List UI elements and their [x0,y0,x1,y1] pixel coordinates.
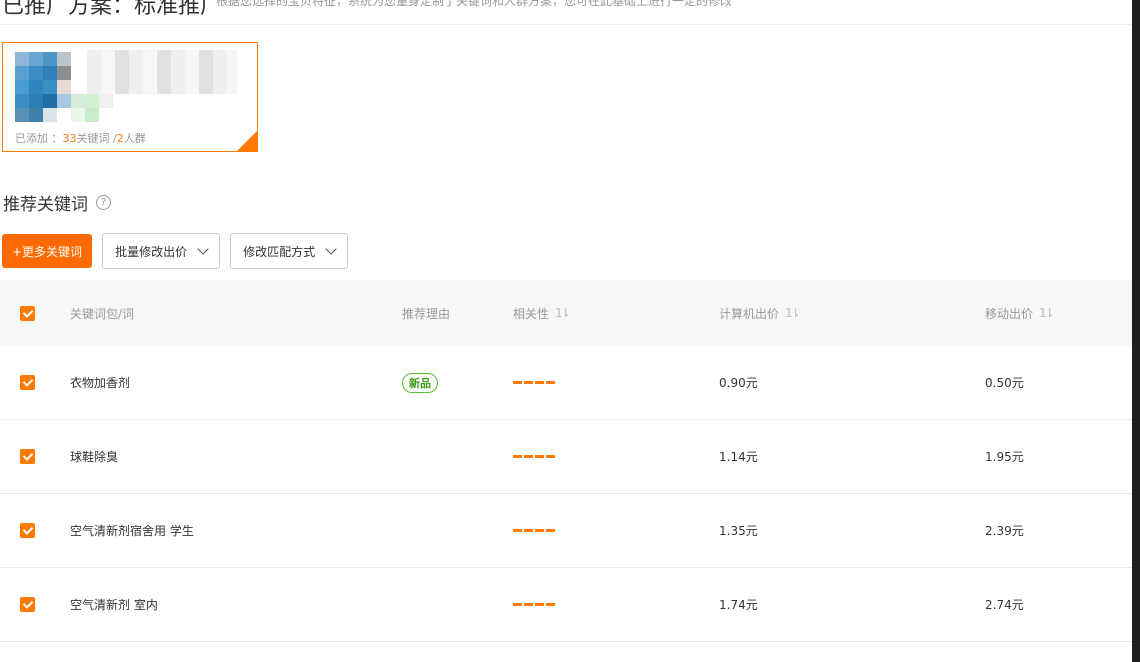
table-row: 空气清新剂 室内 1.74元 2.74元 [0,568,1132,642]
header-pc-bid-label: 计算机出价 [719,306,780,321]
relevance-bars [513,455,555,458]
relevance-bars [513,529,555,532]
section-title-text: 推荐关键词 [3,195,88,215]
keyword-cell: 空气清新剂 室内 [70,598,158,612]
plan-description: 根据您选择的宝贝特征，系统为您量身定制了关键词和人群方案，您可在此基础上进行一定… [216,0,733,8]
relevance-bars [513,381,555,384]
row-checkbox[interactable] [20,375,35,390]
pc-bid-cell[interactable]: 1.74元 [719,568,758,641]
sort-icon[interactable]: 1⇂ [1039,306,1055,320]
keyword-cell: 球鞋除臭 [70,450,119,464]
question-mark-icon[interactable]: ? [96,195,111,210]
added-prefix: 已添加 ： [15,132,63,145]
header-relevance-label: 相关性 [513,306,550,321]
header-pc-bid[interactable]: 计算机出价 1⇂ [719,280,801,346]
pc-bid-cell[interactable]: 1.14元 [719,420,758,493]
pc-bid-cell[interactable]: 1.35元 [719,494,758,567]
toolbar: +更多关键词 批量修改出价 修改匹配方式 [2,233,349,269]
keyword-cell: 衣物加香剂 [70,376,131,390]
crowd-count: 2 [116,132,124,145]
row-checkbox[interactable] [20,449,35,464]
header-mobile-bid[interactable]: 移动出价 1⇂ [985,280,1055,346]
selected-corner-icon [237,131,257,151]
batch-bid-dropdown[interactable]: 批量修改出价 [102,233,221,269]
keyword-table: 关键词包/词 推荐理由 相关性 1⇂ 计算机出价 1⇂ 移动出价 1⇂ 衣物加香… [0,280,1132,642]
mobile-bid-cell[interactable]: 0.50元 [985,346,1024,419]
table-row: 空气清新剂宿舍用 学生 1.35元 2.39元 [0,494,1132,568]
header-reason: 推荐理由 [402,306,451,321]
header-relevance[interactable]: 相关性 1⇂ [513,280,571,346]
row-checkbox[interactable] [20,597,35,612]
window-edge [1132,0,1140,662]
sort-icon[interactable]: 1⇂ [785,306,801,320]
table-header-row: 关键词包/词 推荐理由 相关性 1⇂ 计算机出价 1⇂ 移动出价 1⇂ [0,280,1132,346]
chevron-down-icon [197,243,209,255]
page-header: 已推广方案：标准推广 根据您选择的宝贝特征，系统为您量身定制了关键词和人群方案，… [0,0,1132,25]
keyword-cell: 空气清新剂宿舍用 学生 [70,524,194,538]
pc-bid-cell[interactable]: 0.90元 [719,346,758,419]
mobile-bid-cell[interactable]: 2.74元 [985,568,1024,641]
mobile-bid-cell[interactable]: 2.39元 [985,494,1024,567]
added-summary: 已添加 ：33关键词 /2人群 [15,130,146,146]
chevron-down-icon [325,243,337,255]
product-card[interactable]: 已添加 ：33关键词 /2人群 [2,42,258,152]
batch-bid-label: 批量修改出价 [115,244,188,259]
row-checkbox[interactable] [20,523,35,538]
product-title-blurred [87,50,237,94]
header-keyword: 关键词包/词 [70,306,135,321]
section-title: 推荐关键词 ? [3,190,111,215]
relevance-bars [513,603,555,606]
more-keywords-button[interactable]: +更多关键词 [2,234,93,268]
select-all-checkbox[interactable] [20,305,35,321]
table-row: 衣物加香剂 新品 0.90元 0.50元 [0,346,1132,420]
keyword-suffix: 关键词 / [76,132,117,145]
plan-title: 已推广方案：标准推广 [2,0,223,19]
match-type-label: 修改匹配方式 [243,244,316,259]
header-mobile-bid-label: 移动出价 [985,306,1034,321]
mobile-bid-cell[interactable]: 1.95元 [985,420,1024,493]
crowd-suffix: 人群 [123,132,146,145]
new-product-badge: 新品 [402,372,438,393]
keyword-count: 33 [62,132,77,145]
sort-icon[interactable]: 1⇂ [555,306,571,320]
match-type-dropdown[interactable]: 修改匹配方式 [230,233,349,269]
table-row: 球鞋除臭 1.14元 1.95元 [0,420,1132,494]
